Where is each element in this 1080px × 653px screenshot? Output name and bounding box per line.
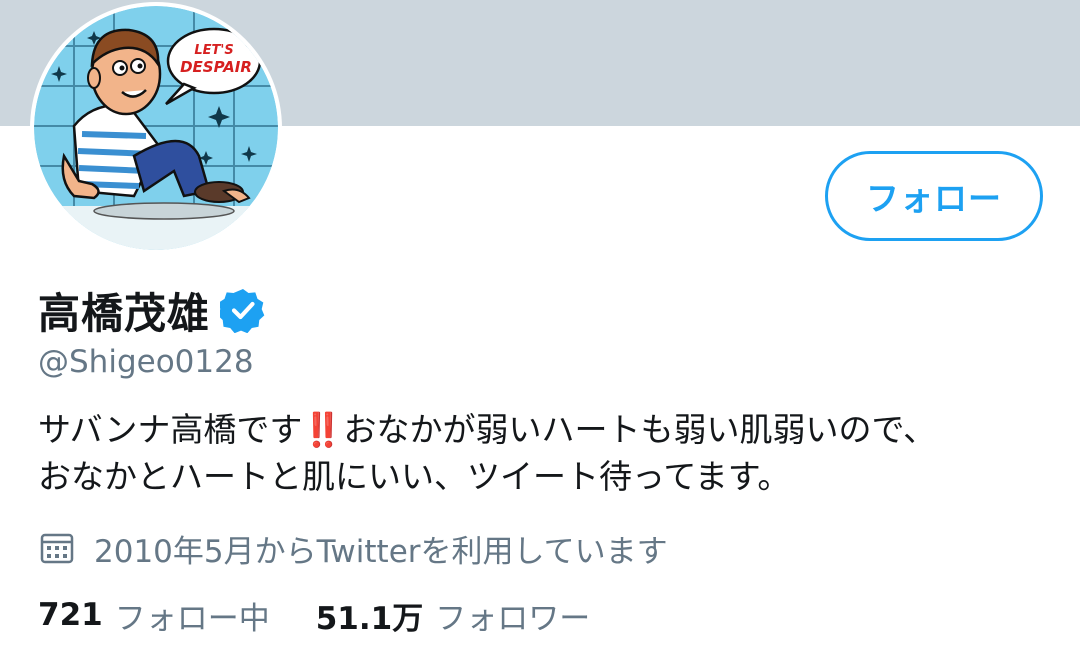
bio-line-1-start: サバンナ高橋です (38, 410, 303, 449)
double-exclamation-icon: ‼️ (302, 410, 344, 449)
followers-label: フォロワー (435, 600, 591, 637)
bio-line-1: サバンナ高橋です‼️おなかが弱いハートも弱い肌弱いので、 (38, 406, 1058, 453)
bio-line-2: おなかとハートと肌にいい、ツイート待ってます。 (38, 457, 791, 496)
verified-badge-icon (220, 289, 265, 333)
display-name: 高橋茂雄 (38, 288, 211, 338)
following-label: フォロー中 (114, 600, 270, 637)
profile-bio: サバンナ高橋です‼️おなかが弱いハートも弱い肌弱いので、 おなかとハートと肌にい… (38, 406, 1058, 500)
avatar-speech-text-1: LET'S (194, 43, 233, 58)
follow-stats: 721 フォロー中 51.1万 フォロワー (38, 592, 590, 638)
profile-page: LET'S DESPAIR フォロー 高橋茂雄 @Shigeo0128 サバンナ… (0, 0, 1080, 653)
user-handle: @Shigeo0128 (38, 344, 254, 380)
avatar-illustration: LET'S DESPAIR (34, 6, 278, 250)
calendar-icon (40, 533, 74, 564)
follow-button[interactable]: フォロー (825, 151, 1043, 241)
joined-date-row: 2010年5月からTwitterを利用しています (40, 526, 668, 570)
joined-date-text: 2010年5月からTwitterを利用しています (94, 533, 668, 570)
followers-stat-link[interactable]: 51.1万 フォロワー (316, 593, 591, 638)
avatar[interactable]: LET'S DESPAIR (30, 2, 282, 254)
avatar-speech-text-2: DESPAIR (180, 58, 252, 76)
name-row: 高橋茂雄 (38, 282, 266, 338)
bio-line-1-end: おなかが弱いハートも弱い肌弱いので、 (343, 410, 937, 449)
followers-count: 51.1万 (315, 600, 424, 637)
following-count: 721 (38, 597, 103, 633)
following-stat-link[interactable]: 721 フォロー中 (38, 593, 270, 638)
